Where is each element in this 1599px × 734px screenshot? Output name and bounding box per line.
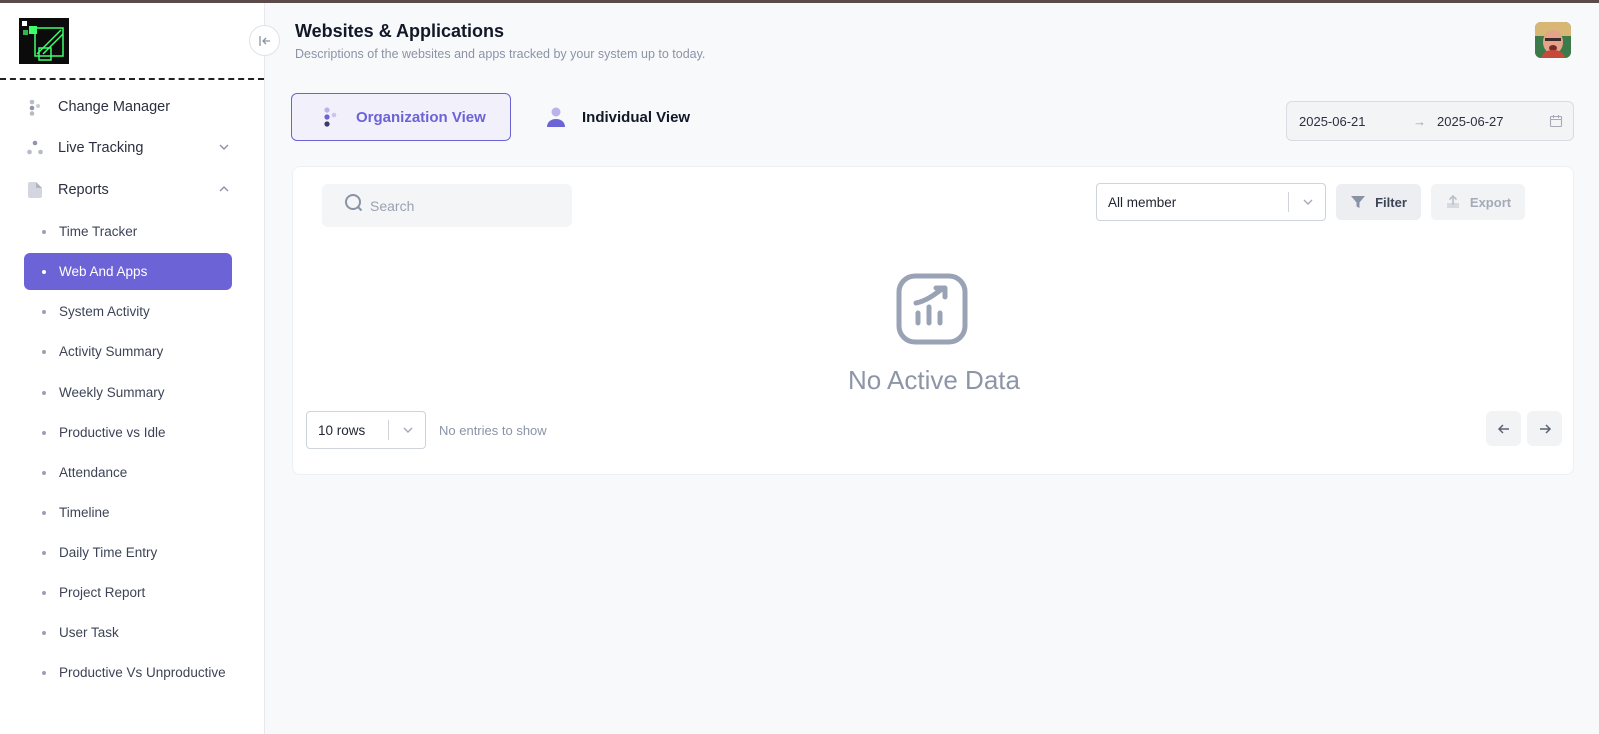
filter-icon xyxy=(1350,194,1366,210)
sidebar-item-daily-time-entry[interactable]: Daily Time Entry xyxy=(24,534,232,571)
sidebar-item-label: Project Report xyxy=(59,585,146,600)
tab-individual-view[interactable]: Individual View xyxy=(540,93,710,141)
page-title: Websites & Applications xyxy=(295,21,505,41)
bullet-icon xyxy=(42,430,46,435)
bullet-icon xyxy=(42,510,46,515)
sidebar-item-productive-vs-idle[interactable]: Productive vs Idle xyxy=(24,414,232,451)
sidebar-item-label: Reports xyxy=(58,182,109,198)
sidebar-item-change-manager[interactable]: Change Manager xyxy=(24,90,234,124)
bullet-icon xyxy=(42,590,46,595)
chevron-down-icon xyxy=(402,424,414,439)
search-input[interactable] xyxy=(370,197,550,214)
bullet-icon xyxy=(42,390,46,395)
page-subtitle: Descriptions of the websites and apps tr… xyxy=(295,47,706,61)
change-manager-icon xyxy=(24,96,46,118)
rows-per-page-select[interactable]: 10 rows xyxy=(306,411,426,449)
bullet-icon xyxy=(42,670,46,675)
filter-button-label: Filter xyxy=(1375,194,1407,210)
sidebar: Change Manager Live Tracking Reports Tim… xyxy=(0,3,265,734)
sidebar-collapse-button[interactable] xyxy=(249,25,280,56)
logo[interactable] xyxy=(19,18,69,64)
avatar[interactable] xyxy=(1535,22,1571,58)
bullet-icon xyxy=(42,349,46,354)
sidebar-item-attendance[interactable]: Attendance xyxy=(24,454,232,491)
sidebar-item-project-report[interactable]: Project Report xyxy=(24,574,232,611)
previous-page-button[interactable] xyxy=(1486,411,1521,446)
report-card: All member Filter Export No Active Data … xyxy=(292,166,1574,475)
sidebar-item-web-and-apps[interactable]: Web And Apps xyxy=(24,253,232,290)
sidebar-item-system-activity[interactable]: System Activity xyxy=(24,293,232,330)
bullet-icon xyxy=(42,630,46,635)
bullet-icon xyxy=(42,309,46,314)
live-tracking-icon xyxy=(24,137,46,159)
sidebar-item-label: Live Tracking xyxy=(58,140,144,156)
sidebar-item-label: Time Tracker xyxy=(59,224,138,239)
arrow-right-icon xyxy=(1538,422,1552,436)
bullet-icon xyxy=(42,550,46,555)
sidebar-item-label: Activity Summary xyxy=(59,344,164,359)
tab-label: Individual View xyxy=(582,108,691,126)
user-icon xyxy=(544,105,568,129)
sidebar-item-reports[interactable]: Reports xyxy=(24,173,234,207)
sidebar-item-label: User Task xyxy=(59,625,119,640)
member-select[interactable]: All member xyxy=(1096,183,1326,221)
tab-label: Organization View xyxy=(356,108,486,126)
sidebar-item-productive-vs-unproductive[interactable]: Productive Vs Unproductive xyxy=(24,654,232,691)
sidebar-item-label: Attendance xyxy=(59,465,128,480)
search-box[interactable] xyxy=(322,184,572,227)
sidebar-item-label: Web And Apps xyxy=(59,264,148,279)
next-page-button[interactable] xyxy=(1527,411,1562,446)
arrow-right-icon: → xyxy=(1413,113,1426,129)
date-range-picker[interactable]: 2025-06-21 → 2025-06-27 xyxy=(1286,101,1574,141)
arrow-left-icon xyxy=(258,34,272,48)
date-start[interactable]: 2025-06-21 xyxy=(1299,114,1366,129)
sidebar-item-label: Daily Time Entry xyxy=(59,545,158,560)
empty-state-message: No Active Data xyxy=(848,365,1020,395)
sidebar-item-time-tracker[interactable]: Time Tracker xyxy=(24,213,232,250)
rows-per-page-value: 10 rows xyxy=(318,422,366,438)
sidebar-item-label: Weekly Summary xyxy=(59,385,165,400)
chevron-down-icon xyxy=(218,141,230,157)
bullet-icon xyxy=(42,269,46,274)
chevron-up-icon xyxy=(218,183,230,199)
bullet-icon xyxy=(42,470,46,475)
sidebar-item-activity-summary[interactable]: Activity Summary xyxy=(24,333,232,370)
calendar-icon xyxy=(1549,114,1563,131)
sidebar-item-label: Productive vs Idle xyxy=(59,425,166,440)
tab-organization-view[interactable]: Organization View xyxy=(291,93,511,141)
export-button-label: Export xyxy=(1469,194,1512,210)
member-select-value: All member xyxy=(1108,194,1177,210)
search-icon xyxy=(344,193,364,218)
chart-growth-icon xyxy=(896,273,968,350)
divider xyxy=(388,420,389,440)
bullet-icon xyxy=(42,229,46,234)
sidebar-item-weekly-summary[interactable]: Weekly Summary xyxy=(24,374,232,411)
chevron-down-icon xyxy=(1302,196,1314,211)
filter-button[interactable]: Filter xyxy=(1336,184,1421,220)
reports-icon xyxy=(24,179,46,201)
sidebar-item-timeline[interactable]: Timeline xyxy=(24,494,232,531)
sidebar-item-label: Productive Vs Unproductive xyxy=(59,665,226,680)
sidebar-item-label: Timeline xyxy=(59,505,110,520)
sidebar-item-label: System Activity xyxy=(59,304,150,319)
upload-icon xyxy=(1445,194,1461,210)
sidebar-item-live-tracking[interactable]: Live Tracking xyxy=(24,131,234,165)
logo-area xyxy=(0,3,264,80)
organization-icon xyxy=(318,105,342,129)
date-end[interactable]: 2025-06-27 xyxy=(1437,114,1504,129)
entries-info: No entries to show xyxy=(439,423,547,438)
divider xyxy=(1288,192,1289,212)
arrow-left-icon xyxy=(1497,422,1511,436)
sidebar-item-label: Change Manager xyxy=(58,99,171,115)
export-button[interactable]: Export xyxy=(1431,184,1525,220)
sidebar-item-user-task[interactable]: User Task xyxy=(24,614,232,651)
